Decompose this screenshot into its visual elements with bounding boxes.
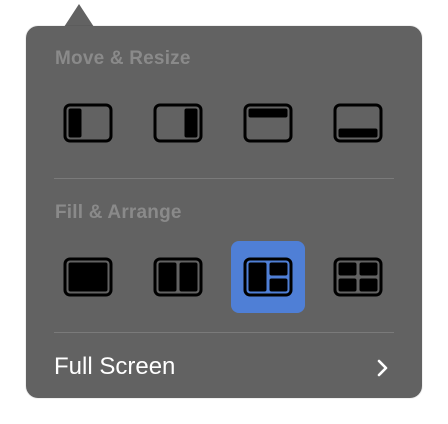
window-tiling-popover: Move & Resize Fill & Arrange Full Screen xyxy=(26,26,422,398)
fill-icon xyxy=(63,257,113,297)
top-half-icon xyxy=(243,103,293,143)
bottom-half-button[interactable] xyxy=(321,87,395,159)
bottom-half-icon xyxy=(333,103,383,143)
move-resize-row xyxy=(26,87,422,159)
four-quadrants-button[interactable] xyxy=(321,241,395,313)
four-quadrants-icon xyxy=(333,257,383,297)
fill-arrange-row xyxy=(26,241,422,313)
right-half-button[interactable] xyxy=(141,87,215,159)
fill-button[interactable] xyxy=(51,241,125,313)
right-half-icon xyxy=(153,103,203,143)
fill-arrange-title: Fill & Arrange xyxy=(55,202,182,223)
popover-arrow xyxy=(64,4,94,27)
left-half-icon xyxy=(63,103,113,143)
full-screen-label: Full Screen xyxy=(54,353,176,380)
divider xyxy=(54,332,394,333)
two-columns-button[interactable] xyxy=(141,241,215,313)
top-half-button[interactable] xyxy=(231,87,305,159)
two-columns-icon xyxy=(153,257,203,297)
divider xyxy=(54,178,394,179)
left-half-button[interactable] xyxy=(51,87,125,159)
move-resize-title: Move & Resize xyxy=(55,48,191,69)
one-left-two-right-button[interactable] xyxy=(231,241,305,313)
chevron-right-icon xyxy=(377,359,388,377)
one-left-two-right-icon xyxy=(243,257,293,297)
full-screen-menu-item[interactable]: Full Screen xyxy=(26,346,422,386)
